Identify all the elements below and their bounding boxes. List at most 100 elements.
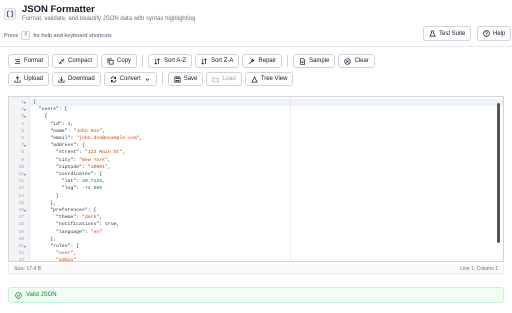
chevron-down-icon [145,77,150,81]
code-line: { [33,100,36,105]
save-button[interactable]: Save [167,72,204,86]
folder-icon [212,76,219,82]
sort-desc-icon [201,57,207,65]
code-line: "id": 1, [50,121,74,127]
code-line: "theme": "dark", [56,215,103,221]
line-number: 22 [18,251,24,257]
copy-button[interactable]: Copy [101,54,138,68]
editor-scrollbar[interactable] [497,103,500,243]
copy-label: Copy [117,58,132,64]
help-button[interactable]: Help [477,26,512,41]
hint-prefix: Press [4,32,19,39]
line-number: 10 [18,164,24,170]
save-icon [174,76,181,82]
sample-label: Sample [309,58,330,64]
code-line: } [33,193,59,199]
code-line: "preferences": { [50,208,97,213]
app-title: JSON Formatter [22,4,95,15]
code-line: }, [33,236,57,242]
line-number: 18 [18,222,24,228]
code-line: "city": "New York", [56,157,111,163]
copy-icon [107,58,114,64]
download-icon [58,76,65,82]
code-line: { [33,114,48,120]
sample-button[interactable]: Sample [293,54,336,68]
fold-toggle-icon[interactable]: ▾ [24,99,29,106]
json-editor[interactable]: 1 ▾ 2 ▾ 3 ▾ 4 5 6 7 ▾ 8 9 10 11 ▾ 12 13 14 15 16 ▾ 17 18 19 20 21 ▾… [8,96,504,262]
line-number: 1 [21,100,24,105]
repair-button[interactable]: Repair [242,54,283,68]
save-label: Save [183,76,198,82]
line-number: 9 [21,157,24,163]
upload-button[interactable]: Upload [8,72,50,86]
code-line: "email": "john.doe@example.com", [50,136,143,141]
convert-label: Convert [119,76,141,82]
line-number: 12 [18,179,24,185]
load-label: Load [222,76,236,82]
line-number: 15 [18,200,24,206]
line-number: 4 [21,121,24,127]
line-number: 21 [18,244,24,249]
code-line: "street": "123 Main St", [56,150,126,156]
fold-toggle-icon[interactable]: ▾ [24,106,29,113]
tree-view-label: Tree View [260,76,288,82]
check-circle-icon [15,291,22,299]
header-divider [0,46,512,47]
code-line: "address": { [50,143,85,149]
help-label: Help [493,30,506,37]
compact-button[interactable]: Compact [52,54,99,68]
line-number: 16 [18,208,24,213]
app-header: JSON Formatter Format, validate, and bea… [0,0,512,27]
line-number: 3 [21,114,24,120]
line-number: 14 [18,193,24,199]
help-circle-icon [483,30,490,37]
keyboard-hint: Press ? for help and keyboard shortcuts [4,31,112,40]
toolbar-separator [287,55,289,67]
code-line: "coordinates": { [56,172,103,177]
code-line: "zipCode": "10001", [56,164,111,170]
code-line: "users": [ [38,107,68,113]
line-number: 19 [18,229,24,235]
line-number: 7 [21,143,24,149]
fold-toggle-icon[interactable]: ▾ [24,243,29,250]
print-margin [290,97,291,261]
sort-za-button[interactable]: Sort Z-A [195,54,240,68]
fold-toggle-icon[interactable]: ▾ [24,171,29,178]
minimize-icon [58,58,65,64]
code-line: "lat": 40.7128, [61,179,106,185]
line-number: 6 [21,136,24,141]
compact-label: Compact [68,58,93,64]
sort-az-button[interactable]: Sort A-Z [148,54,193,68]
fold-toggle-icon[interactable]: ▾ [24,142,29,149]
fold-toggle-icon[interactable]: ▾ [24,207,29,214]
toolbar-separator [161,73,163,85]
code-line: "lng": -74.006 [61,186,103,192]
clear-label: Clear [354,58,369,64]
fold-toggle-icon[interactable]: ▾ [24,113,29,120]
code-line: }, [33,200,57,206]
code-line: "name": "John Doe", [50,128,106,134]
code-line: "notifications": true, [56,222,120,228]
help-key: ? [21,31,31,40]
cursor-position: Line 1, Column 1 [460,265,498,272]
code-line: "language": "en" [56,229,103,235]
document-icon [300,57,306,65]
editor-status-bar: Size: 17.4 B Line 1, Column 1 [8,264,504,274]
test-suite-button[interactable]: Test Suite [423,26,472,41]
line-number: 5 [21,128,24,134]
convert-dropdown[interactable]: Convert [103,72,157,86]
wrench-icon [249,58,255,64]
sort-asc-icon [154,57,160,65]
upload-label: Upload [24,76,44,82]
app-subtitle: Format, validate, and beautify JSON data… [22,16,196,22]
sort-za-label: Sort Z-A [211,58,234,64]
format-button[interactable]: Format [8,54,50,68]
tree-view-button[interactable]: Tree View [244,72,294,86]
download-button[interactable]: Download [52,72,101,86]
braces-icon [4,7,16,20]
refresh-icon [110,76,117,82]
clear-button[interactable]: Clear [338,54,375,68]
load-button[interactable]: Load [206,72,242,86]
line-number: 17 [18,215,24,221]
x-circle-icon [344,57,352,65]
